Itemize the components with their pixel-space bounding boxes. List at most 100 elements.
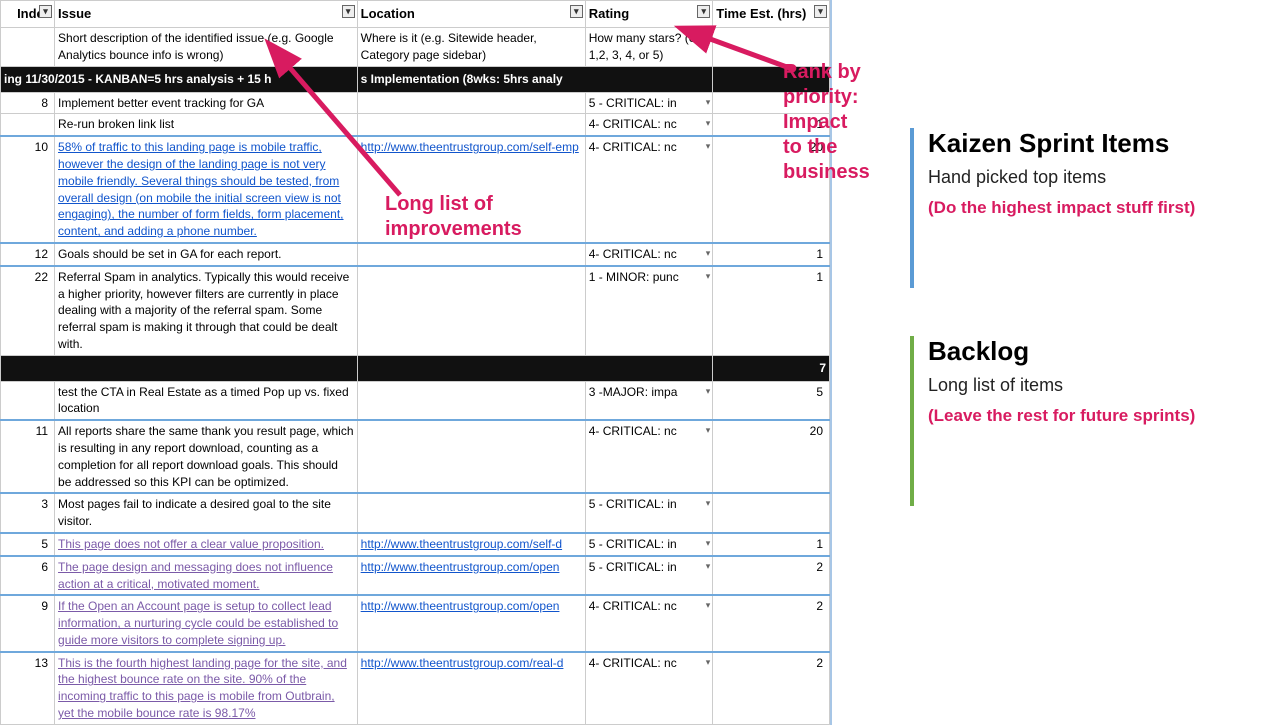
cell: [357, 114, 585, 136]
hint-rating: How many stars? (e.g. 1,2, 3, 4, or 5): [585, 28, 713, 67]
cell: test the CTA in Real Estate as a timed P…: [55, 381, 358, 420]
dropdown-icon[interactable]: ▾: [706, 497, 711, 510]
cell: Re-run broken link list: [55, 114, 358, 136]
col-header-location[interactable]: Location ▾: [357, 1, 585, 28]
col-header-label: Issue: [58, 6, 91, 21]
filter-icon[interactable]: ▾: [342, 5, 355, 18]
table-row[interactable]: 5This page does not offer a clear value …: [1, 533, 830, 556]
group-header-row: 7: [1, 355, 830, 381]
filter-icon[interactable]: ▾: [697, 5, 710, 18]
issue-link[interactable]: The page design and messaging does not i…: [58, 560, 333, 591]
dropdown-icon[interactable]: ▾: [706, 599, 711, 612]
cell: 1: [713, 266, 830, 355]
cell: http://www.theentrustgroup.com/real-d: [357, 652, 585, 725]
table-row[interactable]: 9If the Open an Account page is setup to…: [1, 595, 830, 651]
cell: 5 - CRITICAL: in▾: [585, 92, 713, 114]
cell: All reports share the same thank you res…: [55, 420, 358, 493]
cell: 3: [1, 493, 55, 533]
table-row[interactable]: 8Implement better event tracking for GA 5…: [1, 92, 830, 114]
cell: Goals should be set in GA for each repor…: [55, 243, 358, 266]
hint-location: Where is it (e.g. Sitewide header, Categ…: [357, 28, 585, 67]
cell: 8: [1, 92, 55, 114]
table-body: ing 11/30/2015 - KANBAN=5 hrs analysis +…: [1, 66, 830, 724]
cell: 5 - CRITICAL: in▾: [585, 493, 713, 533]
group-header-right: 7: [713, 355, 830, 381]
dropdown-icon[interactable]: ▾: [706, 537, 711, 550]
cell: [1, 381, 55, 420]
dropdown-icon[interactable]: ▾: [706, 140, 711, 153]
group-header-row: ing 11/30/2015 - KANBAN=5 hrs analysis +…: [1, 66, 830, 92]
dropdown-icon[interactable]: ▾: [706, 117, 711, 130]
table-row[interactable]: 6The page design and messaging does not …: [1, 556, 830, 596]
cell: [357, 92, 585, 114]
cell: 22: [1, 266, 55, 355]
backlog-title: Backlog: [928, 336, 1270, 367]
group-header-mid: s Implementation (8wks: 5hrs analy: [357, 66, 713, 92]
issue-link[interactable]: This is the fourth highest landing page …: [58, 656, 347, 720]
table-row[interactable]: Re-run broken link list 4- CRITICAL: nc▾1: [1, 114, 830, 136]
table-row[interactable]: 12Goals should be set in GA for each rep…: [1, 243, 830, 266]
group-header-left: ing 11/30/2015 - KANBAN=5 hrs analysis +…: [1, 66, 358, 92]
table-row[interactable]: 13This is the fourth highest landing pag…: [1, 652, 830, 725]
col-header-index[interactable]: Index ▾: [1, 1, 55, 28]
location-link[interactable]: http://www.theentrustgroup.com/real-d: [361, 656, 564, 670]
location-link[interactable]: http://www.theentrustgroup.com/open: [361, 599, 560, 613]
location-link[interactable]: http://www.theentrustgroup.com/self-d: [361, 537, 562, 551]
issues-table: Index ▾ Issue ▾ Location ▾ Rating ▾ Time…: [0, 0, 830, 725]
table-row[interactable]: 22Referral Spam in analytics. Typically …: [1, 266, 830, 355]
cell: 1 - MINOR: punc▾: [585, 266, 713, 355]
group-header-mid: [357, 355, 713, 381]
cell: 11: [1, 420, 55, 493]
dropdown-icon[interactable]: ▾: [706, 424, 711, 437]
issue-link[interactable]: 58% of traffic to this landing page is m…: [58, 140, 343, 238]
cell: 10: [1, 136, 55, 243]
cell: Most pages fail to indicate a desired go…: [55, 493, 358, 533]
dropdown-icon[interactable]: ▾: [706, 385, 711, 398]
cell: 5: [713, 381, 830, 420]
issue-link[interactable]: This page does not offer a clear value p…: [58, 537, 324, 551]
green-bar: [910, 336, 914, 506]
table-row[interactable]: 11All reports share the same thank you r…: [1, 420, 830, 493]
filter-icon[interactable]: ▾: [570, 5, 583, 18]
spreadsheet[interactable]: Index ▾ Issue ▾ Location ▾ Rating ▾ Time…: [0, 0, 832, 725]
col-header-issue[interactable]: Issue ▾: [55, 1, 358, 28]
cell: 4- CRITICAL: nc▾: [585, 420, 713, 493]
backlog-block: Backlog Long list of items (Leave the re…: [910, 336, 1270, 506]
table-row[interactable]: 3Most pages fail to indicate a desired g…: [1, 493, 830, 533]
cell: Implement better event tracking for GA: [55, 92, 358, 114]
group-header-right: [713, 66, 830, 92]
cell: This is the fourth highest landing page …: [55, 652, 358, 725]
table-row[interactable]: 1058% of traffic to this landing page is…: [1, 136, 830, 243]
dropdown-icon[interactable]: ▾: [706, 270, 711, 283]
issue-link[interactable]: If the Open an Account page is setup to …: [58, 599, 338, 647]
right-panel: Kaizen Sprint Items Hand picked top item…: [910, 128, 1270, 546]
kaizen-block: Kaizen Sprint Items Hand picked top item…: [910, 128, 1270, 288]
dropdown-icon[interactable]: ▾: [706, 247, 711, 260]
cell: http://www.theentrustgroup.com/open: [357, 595, 585, 651]
hint-issue: Short description of the identified issu…: [55, 28, 358, 67]
cell: 3 -MAJOR: impa▾: [585, 381, 713, 420]
cell: 1: [713, 114, 830, 136]
col-header-time[interactable]: Time Est. (hrs) ▾: [713, 1, 830, 28]
cell: http://www.theentrustgroup.com/self-emp: [357, 136, 585, 243]
cell: [357, 493, 585, 533]
cell: 5: [1, 533, 55, 556]
group-header-left: [1, 355, 358, 381]
dropdown-icon[interactable]: ▾: [706, 656, 711, 669]
col-header-label: Time Est. (hrs): [716, 6, 806, 21]
table-row[interactable]: test the CTA in Real Estate as a timed P…: [1, 381, 830, 420]
location-link[interactable]: http://www.theentrustgroup.com/open: [361, 560, 560, 574]
filter-icon[interactable]: ▾: [814, 5, 827, 18]
cell: 2: [713, 595, 830, 651]
dropdown-icon[interactable]: ▾: [706, 96, 711, 109]
cell: [713, 493, 830, 533]
cell: [357, 381, 585, 420]
filter-icon[interactable]: ▾: [39, 5, 52, 18]
cell: 1: [713, 533, 830, 556]
dropdown-icon[interactable]: ▾: [706, 560, 711, 573]
header-row: Index ▾ Issue ▾ Location ▾ Rating ▾ Time…: [1, 1, 830, 28]
col-header-label: Rating: [589, 6, 629, 21]
cell: 4- CRITICAL: nc▾: [585, 114, 713, 136]
col-header-rating[interactable]: Rating ▾: [585, 1, 713, 28]
location-link[interactable]: http://www.theentrustgroup.com/self-emp: [361, 140, 579, 154]
